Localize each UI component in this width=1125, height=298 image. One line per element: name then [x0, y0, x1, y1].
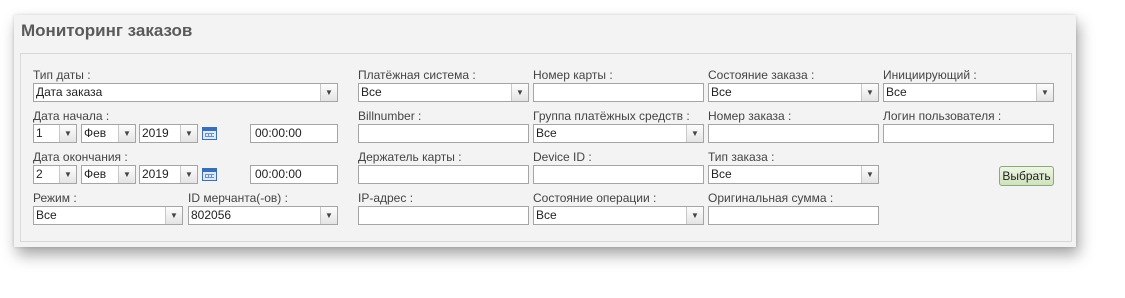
- user-login-input[interactable]: [883, 124, 1054, 143]
- order-number-input[interactable]: [708, 124, 879, 143]
- billnumber-input[interactable]: [358, 124, 529, 143]
- end-month-value: Фев: [84, 167, 107, 181]
- submit-button[interactable]: Выбрать: [999, 166, 1054, 186]
- order-type-select[interactable]: Все ▼: [708, 165, 879, 184]
- order-number-label: Номер заказа :: [708, 109, 792, 123]
- card-holder-label: Держатель карты :: [358, 150, 462, 164]
- initiator-label: Инициирующий :: [883, 68, 977, 82]
- chevron-down-icon: ▼: [320, 207, 337, 224]
- order-type-value: Все: [711, 167, 732, 181]
- chevron-down-icon: ▼: [118, 125, 135, 142]
- order-state-select[interactable]: Все ▼: [708, 83, 879, 102]
- user-login-label: Логин пользователя :: [883, 109, 1002, 123]
- chevron-down-icon: ▼: [861, 166, 878, 183]
- chevron-down-icon: ▼: [511, 84, 528, 101]
- payment-system-value: Все: [361, 85, 382, 99]
- merchant-id-select[interactable]: 802056 ▼: [188, 206, 338, 225]
- operation-state-value: Все: [536, 208, 557, 222]
- chevron-down-icon: ▼: [686, 125, 703, 142]
- payment-group-label: Группа платёжных средств :: [533, 109, 690, 123]
- mode-select[interactable]: Все ▼: [33, 206, 183, 225]
- page-title: Мониторинг заказов: [21, 21, 193, 40]
- device-id-label: Device ID :: [533, 150, 592, 164]
- chevron-down-icon: ▼: [59, 166, 76, 183]
- order-state-value: Все: [711, 85, 732, 99]
- mode-label: Режим :: [33, 191, 77, 205]
- end-year-value: 2019: [142, 167, 169, 181]
- operation-state-select[interactable]: Все ▼: [533, 206, 704, 225]
- end-day-value: 2: [36, 167, 43, 181]
- chevron-down-icon: ▼: [118, 166, 135, 183]
- end-date-label: Дата окончания :: [33, 150, 128, 164]
- order-state-label: Состояние заказа :: [708, 68, 815, 82]
- start-year-value: 2019: [142, 126, 169, 140]
- chevron-down-icon: ▼: [180, 125, 197, 142]
- start-day-select[interactable]: 1 ▼: [33, 124, 77, 143]
- end-month-select[interactable]: Фев ▼: [81, 165, 136, 184]
- card-holder-input[interactable]: [358, 165, 529, 184]
- operation-state-label: Состояние операции :: [533, 191, 657, 205]
- ip-address-label: IP-адрес :: [358, 191, 414, 205]
- payment-system-label: Платёжная система :: [358, 68, 476, 82]
- chevron-down-icon: ▼: [1036, 84, 1053, 101]
- date-type-value: Дата заказа: [36, 85, 103, 99]
- end-day-select[interactable]: 2 ▼: [33, 165, 77, 184]
- date-type-label: Тип даты :: [33, 68, 91, 82]
- original-amount-label: Оригинальная сумма :: [708, 191, 834, 205]
- mode-value: Все: [36, 208, 57, 222]
- order-type-label: Тип заказа :: [708, 150, 775, 164]
- chevron-down-icon: ▼: [861, 84, 878, 101]
- chevron-down-icon: ▼: [320, 84, 337, 101]
- start-date-label: Дата начала :: [33, 109, 110, 123]
- calendar-icon[interactable]: [202, 127, 217, 140]
- start-year-select[interactable]: 2019 ▼: [139, 124, 198, 143]
- date-type-select[interactable]: Дата заказа ▼: [33, 83, 338, 102]
- device-id-input[interactable]: [533, 165, 704, 184]
- ip-address-input[interactable]: [358, 206, 529, 225]
- filter-form: Тип даты : Дата заказа ▼ Дата начала : 1…: [20, 53, 1072, 242]
- chevron-down-icon: ▼: [180, 166, 197, 183]
- chevron-down-icon: ▼: [165, 207, 182, 224]
- billnumber-label: Billnumber :: [358, 109, 422, 123]
- payment-group-select[interactable]: Все ▼: [533, 124, 704, 143]
- payment-system-select[interactable]: Все ▼: [358, 83, 529, 102]
- merchant-id-value: 802056: [191, 208, 232, 222]
- start-month-select[interactable]: Фев ▼: [81, 124, 136, 143]
- end-year-select[interactable]: 2019 ▼: [139, 165, 198, 184]
- payment-group-value: Все: [536, 126, 557, 140]
- initiator-value: Все: [886, 85, 907, 99]
- card-number-input[interactable]: [533, 83, 704, 102]
- original-amount-input[interactable]: [708, 206, 879, 225]
- start-time-input[interactable]: 00:00:00: [250, 124, 338, 143]
- end-time-input[interactable]: 00:00:00: [250, 165, 338, 184]
- merchant-id-label: ID мерчанта(-ов) :: [188, 191, 288, 205]
- order-monitoring-panel: Мониторинг заказов Тип даты : Дата заказ…: [14, 15, 1076, 247]
- card-number-label: Номер карты :: [533, 68, 613, 82]
- start-day-value: 1: [36, 126, 43, 140]
- start-month-value: Фев: [84, 126, 107, 140]
- initiator-select[interactable]: Все ▼: [883, 83, 1054, 102]
- calendar-icon[interactable]: [202, 168, 217, 181]
- chevron-down-icon: ▼: [59, 125, 76, 142]
- chevron-down-icon: ▼: [686, 207, 703, 224]
